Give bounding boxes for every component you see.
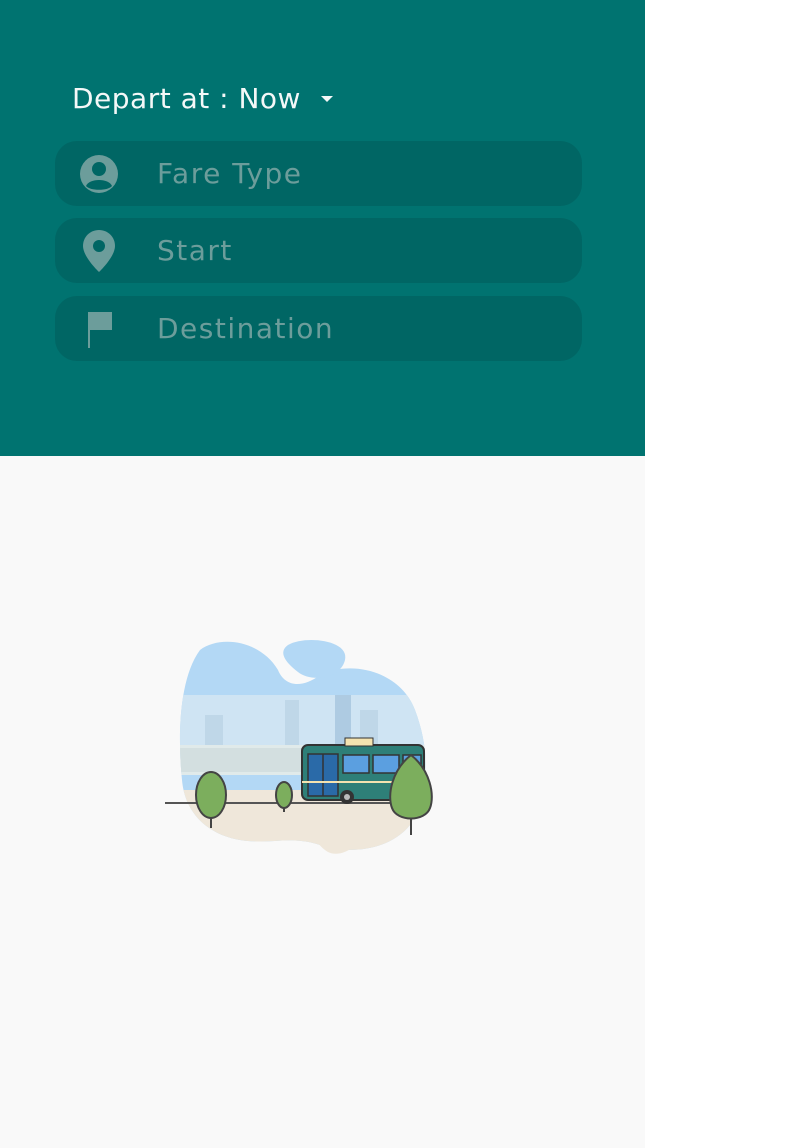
app-screen: Depart at : Now Fare Type Start Destinat… [0,0,645,1148]
bus-illustration [160,630,440,860]
depart-time-label: Depart at : Now [72,81,301,115]
start-field[interactable]: Start [55,218,582,283]
flag-icon [77,307,121,351]
person-icon [77,152,121,196]
start-placeholder: Start [157,234,233,267]
location-pin-icon [77,229,121,273]
trip-planner-header: Depart at : Now Fare Type Start Destinat… [0,0,645,456]
destination-placeholder: Destination [157,312,335,345]
destination-field[interactable]: Destination [55,296,582,361]
fare-type-field[interactable]: Fare Type [55,141,582,206]
depart-time-selector[interactable]: Depart at : Now [72,78,333,118]
dropdown-caret-icon [320,96,333,102]
fare-type-placeholder: Fare Type [157,157,303,190]
